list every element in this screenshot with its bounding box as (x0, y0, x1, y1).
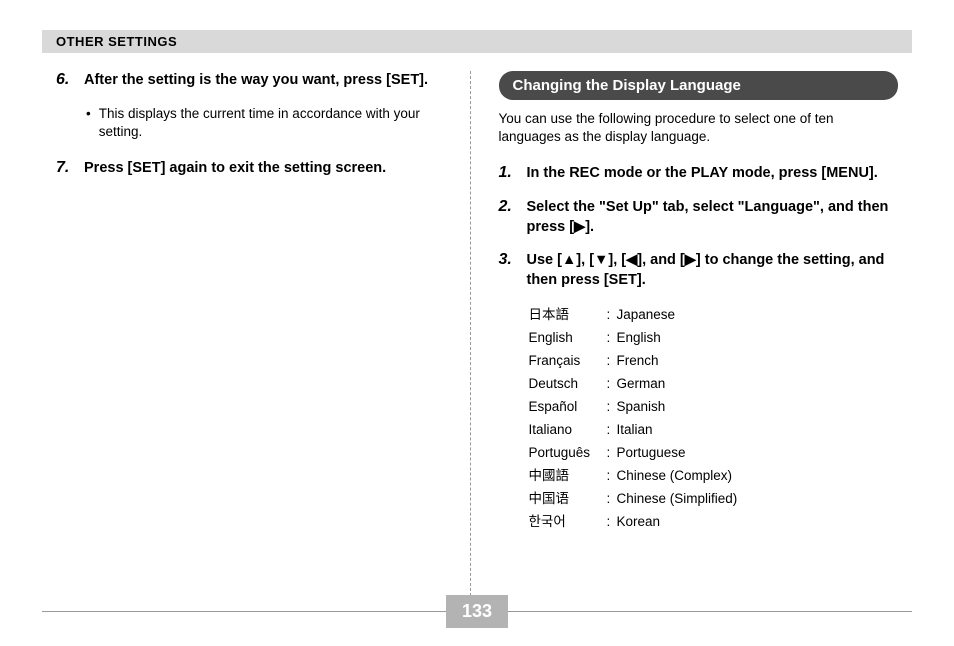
page-footer: 133 (42, 595, 912, 628)
language-native: English (529, 327, 607, 350)
language-native: Português (529, 442, 607, 465)
right-column: Changing the Display Language You can us… (471, 71, 913, 601)
language-native: Español (529, 396, 607, 419)
language-english: Japanese (617, 304, 676, 327)
colon: : (607, 511, 617, 534)
bullet-dot-icon: • (86, 105, 91, 141)
language-row: 한국어 : Korean (529, 511, 899, 534)
colon: : (607, 419, 617, 442)
step-1: 1. In the REC mode or the PLAY mode, pre… (499, 164, 899, 184)
bullet-text: This displays the current time in accord… (99, 105, 456, 141)
step-text: Select the "Set Up" tab, select "Languag… (527, 198, 899, 237)
language-row: Español : Spanish (529, 396, 899, 419)
language-native: 中國語 (529, 465, 607, 488)
colon: : (607, 442, 617, 465)
language-english: Korean (617, 511, 661, 534)
step-2: 2. Select the "Set Up" tab, select "Lang… (499, 198, 899, 237)
colon: : (607, 396, 617, 419)
step-text: In the REC mode or the PLAY mode, press … (527, 164, 878, 184)
language-row: Italiano : Italian (529, 419, 899, 442)
language-english: Italian (617, 419, 653, 442)
language-native: 中国语 (529, 488, 607, 511)
step-number: 7. (56, 159, 76, 179)
language-english: Spanish (617, 396, 666, 419)
language-native: 日本語 (529, 304, 607, 327)
language-row: Português : Portuguese (529, 442, 899, 465)
step-number: 3. (499, 251, 519, 290)
language-english: German (617, 373, 666, 396)
step-text: Use [▲], [▼], [◀], and [▶] to change the… (527, 251, 899, 290)
language-table: 日本語 : Japanese English : English Françai… (529, 304, 899, 533)
colon: : (607, 488, 617, 511)
section-title-pill: Changing the Display Language (499, 71, 899, 100)
step-text: Press [SET] again to exit the setting sc… (84, 159, 386, 179)
colon: : (607, 350, 617, 373)
language-row: 日本語 : Japanese (529, 304, 899, 327)
step-text: After the setting is the way you want, p… (84, 71, 428, 91)
colon: : (607, 465, 617, 488)
language-row: 中國語 : Chinese (Complex) (529, 465, 899, 488)
language-english: Chinese (Simplified) (617, 488, 738, 511)
colon: : (607, 327, 617, 350)
step-6: 6. After the setting is the way you want… (56, 71, 456, 91)
language-native: Italiano (529, 419, 607, 442)
step-6-bullet: • This displays the current time in acco… (86, 105, 456, 141)
language-row: Français : French (529, 350, 899, 373)
language-row: 中国语 : Chinese (Simplified) (529, 488, 899, 511)
language-english: Portuguese (617, 442, 686, 465)
language-english: English (617, 327, 661, 350)
language-english: French (617, 350, 659, 373)
footer-rule (42, 611, 446, 612)
language-native: 한국어 (529, 511, 607, 534)
colon: : (607, 373, 617, 396)
content-columns: 6. After the setting is the way you want… (42, 71, 912, 601)
step-3: 3. Use [▲], [▼], [◀], and [▶] to change … (499, 251, 899, 290)
language-row: English : English (529, 327, 899, 350)
language-row: Deutsch : German (529, 373, 899, 396)
language-native: Deutsch (529, 373, 607, 396)
manual-page: OTHER SETTINGS 6. After the setting is t… (0, 0, 954, 646)
colon: : (607, 304, 617, 327)
language-english: Chinese (Complex) (617, 465, 733, 488)
step-number: 6. (56, 71, 76, 91)
left-column: 6. After the setting is the way you want… (42, 71, 471, 601)
language-native: Français (529, 350, 607, 373)
section-header: OTHER SETTINGS (42, 30, 912, 53)
footer-rule (508, 611, 912, 612)
step-number: 2. (499, 198, 519, 237)
section-intro: You can use the following procedure to s… (499, 110, 899, 146)
step-7: 7. Press [SET] again to exit the setting… (56, 159, 456, 179)
step-number: 1. (499, 164, 519, 184)
page-number: 133 (446, 595, 508, 628)
